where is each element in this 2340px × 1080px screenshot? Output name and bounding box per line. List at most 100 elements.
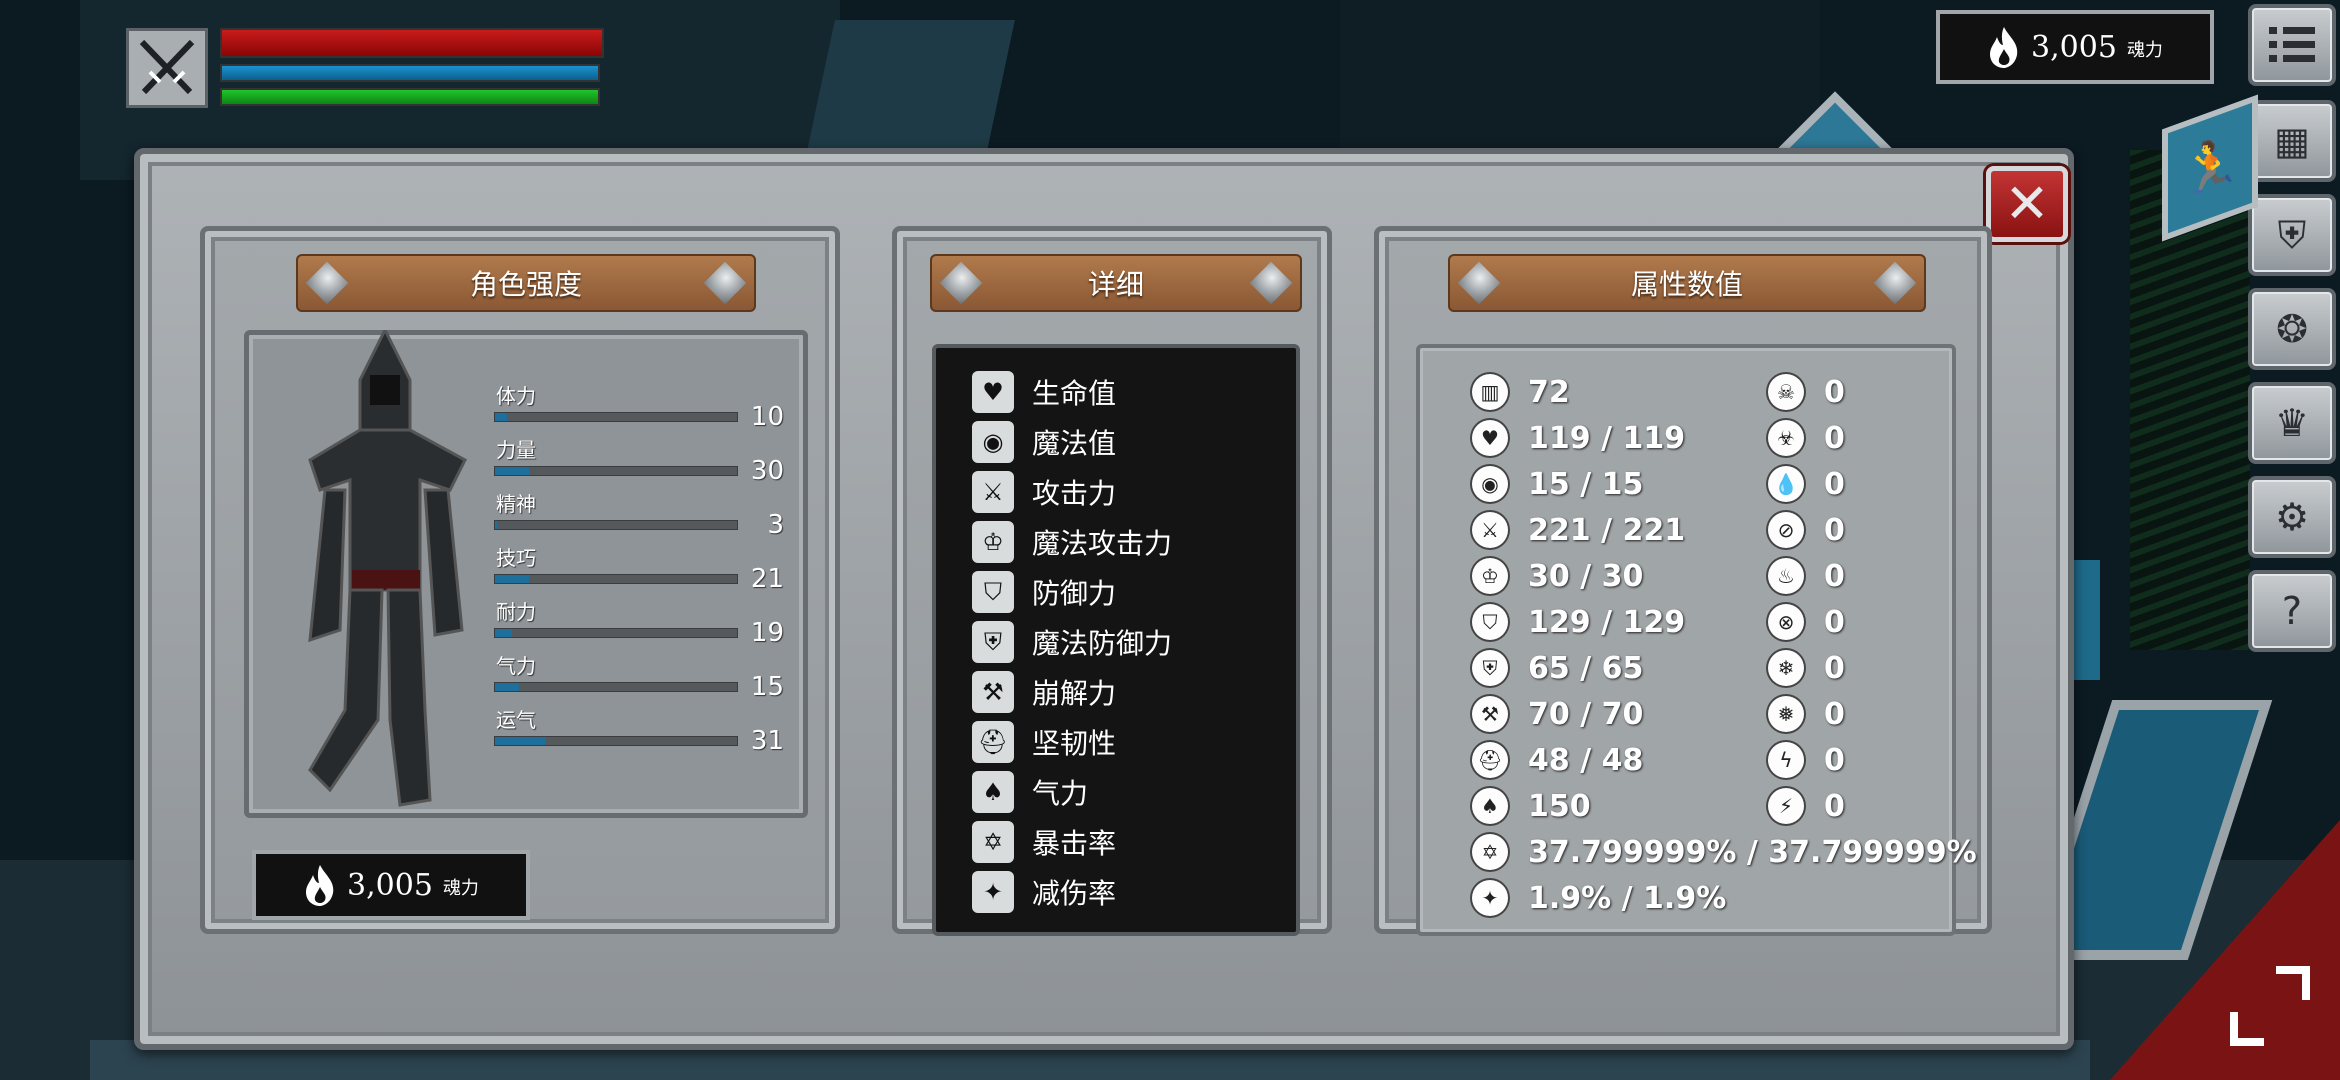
- flame-icon: [306, 865, 334, 906]
- soul-points-unit: 魂力: [442, 878, 479, 899]
- fire-resist-icon: ⊗: [1768, 604, 1804, 640]
- skills-button[interactable]: ❂: [2248, 288, 2336, 370]
- water-drop-icon: 💧: [1768, 466, 1804, 502]
- brain-icon: ◉: [972, 421, 1014, 463]
- attribute-value: 150: [1528, 788, 1591, 824]
- attribute-row: ♥ 119 / 119: [1472, 418, 1685, 458]
- stat-label: 技巧: [496, 546, 536, 570]
- attribute-row: ✡ 37.799999% / 37.799999%: [1472, 832, 1977, 872]
- magic-shield-icon: ⛨: [1472, 650, 1508, 686]
- attribute-value: 1.9% / 1.9%: [1528, 880, 1727, 916]
- stat-label: 耐力: [496, 600, 536, 624]
- menu-icon: [2269, 27, 2315, 62]
- stat-value: 31: [750, 726, 784, 756]
- armor-icon: ▥: [1472, 374, 1508, 410]
- stat-bar: [494, 412, 738, 422]
- skull-resist-icon: ☣: [1768, 420, 1804, 456]
- stat-bar-fill: [495, 575, 529, 583]
- fire-icon: ♨: [1768, 558, 1804, 594]
- stat-row: 运气 31: [494, 704, 784, 756]
- resistance-row: ❄ 0: [1768, 648, 1845, 688]
- stat-bar: [494, 574, 738, 584]
- magic-attack-icon: ♔: [972, 521, 1014, 563]
- crossed-swords-icon[interactable]: [126, 28, 208, 108]
- stat-value: 30: [750, 456, 784, 486]
- close-button[interactable]: ✕: [1986, 166, 2068, 242]
- stat-value: 21: [750, 564, 784, 594]
- stat-label: 力量: [496, 438, 536, 462]
- detail-list: ♥ 生命值 ◉ 魔法值 ⚔ 攻击力 ♔ 魔法攻击力 ⛉ 防御力 ⛨ 魔法防御力 ⚒ 崩解力 ⛑…: [932, 344, 1300, 936]
- attribute-value: 70 / 70: [1528, 696, 1644, 732]
- resistance-row: ⚡ 0: [1768, 786, 1845, 826]
- expand-toggle[interactable]: [2230, 966, 2310, 1046]
- crown-button[interactable]: ♛: [2248, 382, 2336, 464]
- resistance-value: 0: [1824, 558, 1845, 594]
- magic-shield-icon: ⛨: [972, 621, 1014, 663]
- attribute-value: 72: [1528, 374, 1570, 410]
- soul-amount: 3,005: [2031, 29, 2117, 65]
- detail-label: 暴击率: [1032, 827, 1117, 860]
- attribute-row: ⚔ 221 / 221: [1472, 510, 1685, 550]
- damage-reduction-icon: ✦: [972, 871, 1014, 913]
- menu-button[interactable]: [2248, 4, 2336, 86]
- resistance-value: 0: [1824, 604, 1845, 640]
- equipment-button[interactable]: ⛨: [2248, 194, 2336, 276]
- character-button[interactable]: ▦: [2248, 100, 2336, 182]
- stat-bar-fill: [495, 683, 520, 691]
- attribute-row: ⚒ 70 / 70: [1472, 694, 1643, 734]
- attribute-row: ⛨ 65 / 65: [1472, 648, 1643, 688]
- attribute-row: ◉ 15 / 15: [1472, 464, 1643, 504]
- settings-button[interactable]: ⚙: [2248, 476, 2336, 558]
- soul-unit: 魂力: [2126, 40, 2163, 61]
- brain-icon: ◉: [1472, 466, 1508, 502]
- hammer-icon: ⚒: [972, 671, 1014, 713]
- detail-item: ⛉ 防御力: [972, 568, 1116, 616]
- attribute-row: ♠ 150: [1472, 786, 1591, 826]
- sword-icon: ⚔: [972, 471, 1014, 513]
- attribute-row: ▥ 72: [1472, 372, 1570, 412]
- character-strength-header: 角色强度: [296, 254, 756, 312]
- attribute-row: ⛑ 48 / 48: [1472, 740, 1643, 780]
- resistance-row: ❅ 0: [1768, 694, 1845, 734]
- stat-bar: [494, 466, 738, 476]
- expand-corner-icon: [2276, 966, 2310, 1000]
- detail-label: 攻击力: [1032, 477, 1117, 510]
- soul-points-amount: 3,005: [347, 867, 433, 903]
- attribute-value: 15 / 15: [1528, 466, 1644, 502]
- detail-label: 生命值: [1032, 377, 1117, 410]
- detail-item: ♔ 魔法攻击力: [972, 518, 1172, 566]
- stat-bar: [494, 628, 738, 638]
- detail-label: 气力: [1032, 777, 1089, 810]
- stat-label: 气力: [496, 654, 536, 678]
- attribute-value: 30 / 30: [1528, 558, 1644, 594]
- resistance-row: ⊘ 0: [1768, 510, 1845, 550]
- ice-resist-icon: ❅: [1768, 696, 1804, 732]
- attribute-value: 37.799999% / 37.799999%: [1528, 834, 1977, 870]
- expand-corner-icon: [2230, 1012, 2264, 1046]
- resistance-value: 0: [1824, 742, 1845, 778]
- detail-item: ⛑ 坚韧性: [972, 718, 1116, 766]
- soul-points-box: 3,005 魂力: [252, 850, 530, 920]
- resistance-value: 0: [1824, 788, 1845, 824]
- resistance-value: 0: [1824, 420, 1845, 456]
- stamina-bar: [220, 88, 600, 106]
- hammer-icon: ⚒: [1472, 696, 1508, 732]
- critical-star-icon: ✡: [1472, 834, 1508, 870]
- attribute-row: ⛉ 129 / 129: [1472, 602, 1685, 642]
- help-button[interactable]: ?: [2248, 570, 2336, 652]
- detail-item: ✦ 减伤率: [972, 868, 1116, 916]
- stat-bar: [494, 682, 738, 692]
- shield-icon: ⛉: [1472, 604, 1508, 640]
- detail-item: ⚒ 崩解力: [972, 668, 1116, 716]
- detail-title: 详细: [1087, 268, 1144, 301]
- flame-icon: [1990, 27, 2018, 68]
- skull-icon: ☠: [1768, 374, 1804, 410]
- stat-label: 精神: [496, 492, 536, 516]
- stat-row: 耐力 19: [494, 596, 784, 648]
- stat-row: 体力 10: [494, 380, 784, 432]
- settings-icon: ⚙: [2274, 495, 2310, 539]
- lungs-icon: ♠: [1472, 788, 1508, 824]
- stat-bar-fill: [495, 737, 546, 745]
- detail-label: 减伤率: [1032, 877, 1117, 910]
- close-icon: ✕: [2004, 172, 2050, 235]
